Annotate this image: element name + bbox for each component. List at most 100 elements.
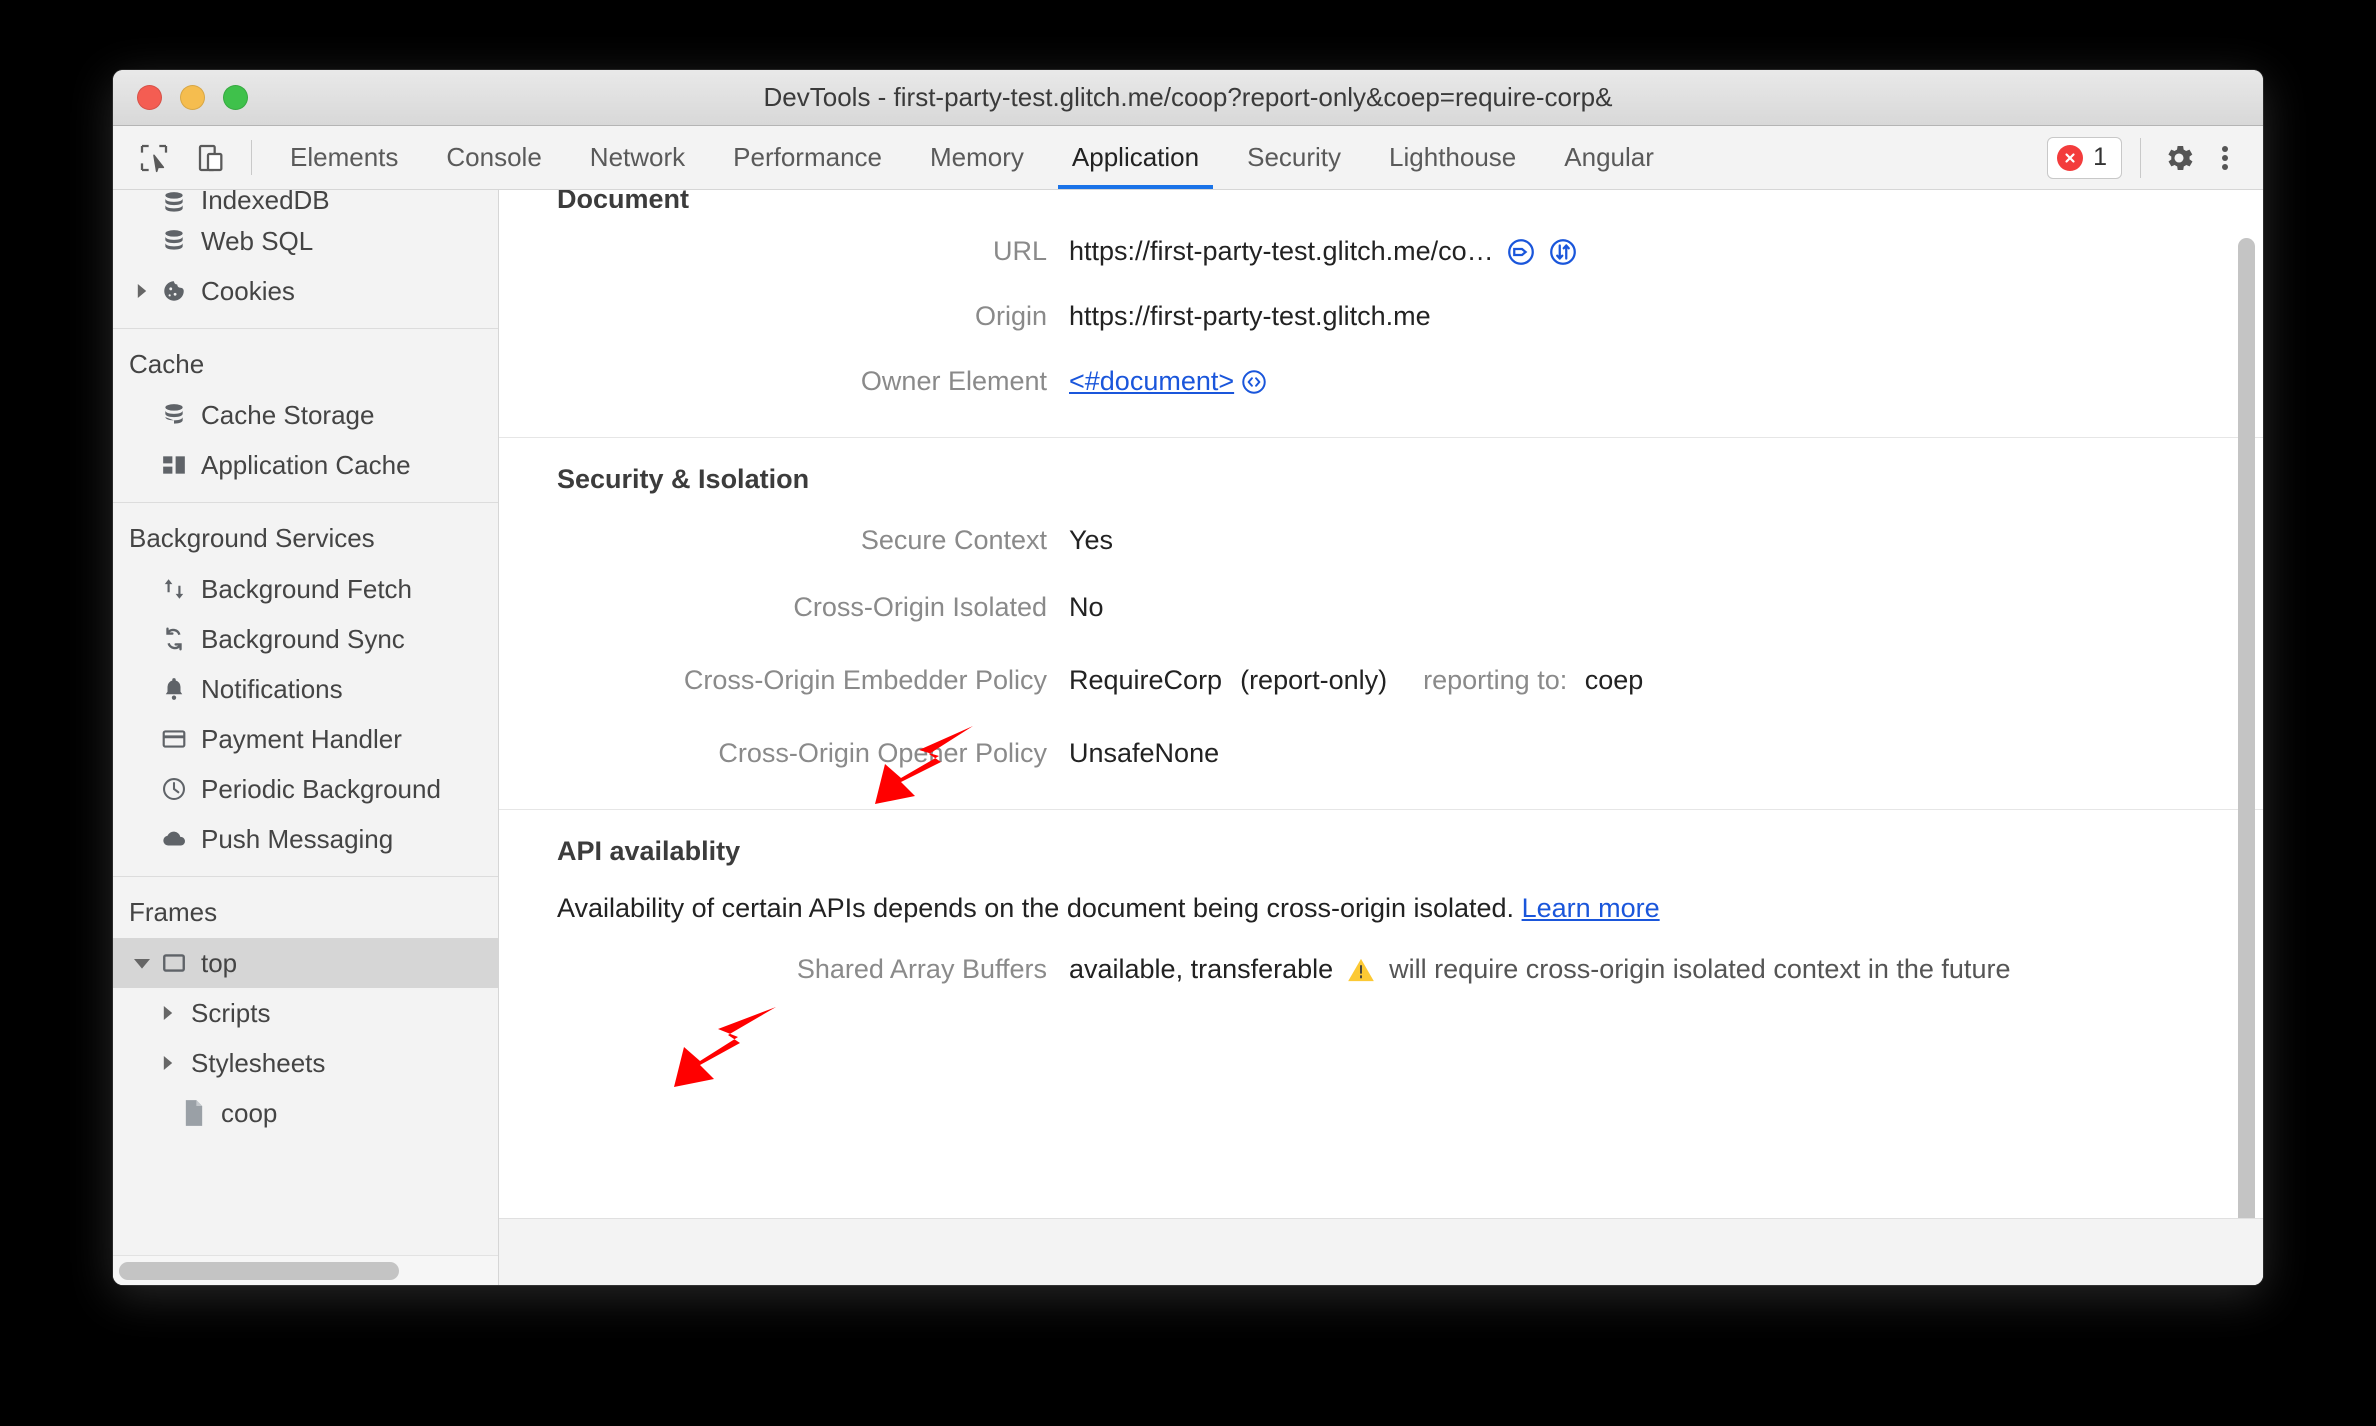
chevron-down-icon[interactable] [129,955,155,971]
sidebar-item-label: Application Cache [201,449,411,480]
error-count-badge[interactable]: 1 [2047,136,2122,179]
section-heading-security-isolation: Security & Isolation [557,464,810,494]
sidebar-item-label: Notifications [201,673,343,704]
frame-details-panel: Document URL https://first-party-test.gl… [499,190,2263,1285]
sidebar-item-label: Web SQL [201,225,314,256]
sidebar-item-cache-storage[interactable]: Cache Storage [113,390,498,440]
sidebar-item-top[interactable]: top [113,938,498,988]
tab-elements[interactable]: Elements [266,126,422,189]
sidebar-item-application-cache[interactable]: Application Cache [113,440,498,490]
open-in-network-icon[interactable] [1548,237,1578,267]
toolbar-divider-2 [2140,137,2141,178]
close-window-button[interactable] [137,85,162,110]
chevron-right-icon[interactable] [129,284,155,298]
sidebar-item-web-sql[interactable]: Web SQL [113,216,498,266]
database-icon [155,190,193,216]
open-in-elements-icon[interactable] [1506,237,1536,267]
main-vertical-scrollbar[interactable] [2233,190,2259,1218]
sidebar-item-background-fetch[interactable]: Background Fetch [113,564,498,614]
cookie-icon [155,278,193,304]
document-icon [175,1099,213,1127]
inspect-element-icon[interactable] [131,135,177,181]
reveal-in-elements-icon[interactable] [1240,368,1268,396]
application-sidebar: IndexedDB Web SQL Cookies Cache Cache St… [113,190,499,1285]
tab-lighthouse[interactable]: Lighthouse [1365,126,1540,189]
zoom-window-button[interactable] [223,85,248,110]
detail-value-group: UnsafeNone [1069,738,1219,769]
sidebar-horizontal-scrollbar[interactable] [113,1255,498,1285]
detail-key: Owner Element [860,366,1047,396]
chevron-right-icon[interactable] [155,1056,181,1070]
sidebar-item-label: coop [221,1097,278,1128]
sidebar-item-label: Background Fetch [201,573,413,604]
tab-console[interactable]: Console [422,126,565,189]
owner-element-link[interactable]: <#document> [1069,366,1234,397]
reporting-to-value: coep [1584,665,1644,695]
frame-details-scroll-area[interactable]: Document URL https://first-party-test.gl… [499,190,2263,1219]
tab-label: Lighthouse [1389,142,1517,172]
panel-footer [499,1219,2263,1285]
tab-network[interactable]: Network [566,126,709,189]
tab-application[interactable]: Application [1048,126,1223,189]
sidebar-item-payment-handler[interactable]: Payment Handler [113,714,498,764]
devtools-toolbar: Elements Console Network Performance Mem… [113,126,2263,190]
tab-label: Console [446,142,542,172]
sidebar-item-coop[interactable]: coop [113,1088,498,1138]
detail-value: https://first-party-test.glitch.me/co… [1069,236,1494,266]
detail-key: Cross-Origin Opener Policy [718,738,1047,768]
sidebar-item-label: Cache Storage [201,399,375,430]
main-scrollbar-thumb[interactable] [2238,238,2255,1218]
sidebar-item-scripts[interactable]: Scripts [113,988,498,1038]
api-availability-description: Availability of certain APIs depends on … [499,883,2263,946]
sidebar-item-push-messaging[interactable]: Push Messaging [113,814,498,864]
sidebar-item-cookies[interactable]: Cookies [113,266,498,316]
detail-row-coop: Cross-Origin Opener Policy UnsafeNone [499,710,2263,783]
detail-key: Origin [974,301,1047,331]
sidebar-item-label: Payment Handler [201,723,402,754]
sidebar-item-label: Background Sync [201,623,405,654]
sidebar-item-label: IndexedDB [201,190,330,215]
clock-icon [155,776,193,802]
chevron-right-icon[interactable] [155,1006,181,1020]
sidebar-group-title: Cache [129,349,205,379]
error-circle-icon [2057,144,2084,171]
settings-gear-icon[interactable] [2159,141,2199,175]
minimize-window-button[interactable] [180,85,205,110]
sidebar-item-stylesheets[interactable]: Stylesheets [113,1038,498,1088]
toolbar-icon-group [131,126,249,189]
tab-security[interactable]: Security [1223,126,1365,189]
sidebar-group-frames: Frames top Scripts Stylesheets coop [113,876,498,1150]
cloud-icon [155,826,193,852]
section-security-isolation: Security & Isolation Secure Context Yes … [499,438,2263,810]
tab-angular[interactable]: Angular [1540,126,1678,189]
sidebar-item-indexeddb[interactable]: IndexedDB [113,190,498,216]
section-heading-document: Document [557,190,690,208]
detail-value-suffix: (report-only) [1240,665,1388,695]
sidebar-scroll-area[interactable]: IndexedDB Web SQL Cookies Cache Cache St… [113,190,498,1255]
detail-value-group: <#document> [1069,366,1268,397]
devtools-body: IndexedDB Web SQL Cookies Cache Cache St… [113,190,2263,1285]
tab-performance[interactable]: Performance [709,126,906,189]
detail-value: available, transferable [1069,954,1334,984]
sidebar-item-notifications[interactable]: Notifications [113,664,498,714]
tab-memory[interactable]: Memory [906,126,1048,189]
sidebar-item-label: Periodic Background [201,773,441,804]
detail-key: Cross-Origin Embedder Policy [683,665,1047,695]
sidebar-item-label: Scripts [191,997,271,1028]
sidebar-item-periodic-background[interactable]: Periodic Background [113,764,498,814]
detail-key: Cross-Origin Isolated [793,592,1047,622]
sidebar-scrollbar-thumb[interactable] [119,1262,399,1280]
more-options-icon[interactable] [2205,143,2245,173]
detail-value-group: https://first-party-test.glitch.me [1069,301,1431,332]
toolbar-right-group: 1 [2047,126,2263,189]
sidebar-group-title: Frames [129,897,218,927]
device-toolbar-icon[interactable] [189,135,235,181]
sidebar-item-label: Stylesheets [191,1047,326,1078]
sidebar-item-background-sync[interactable]: Background Sync [113,614,498,664]
learn-more-link[interactable]: Learn more [1522,893,1660,923]
sidebar-group-storage: IndexedDB Web SQL Cookies [113,190,498,328]
tab-label: Angular [1564,142,1654,172]
grid-icon [155,452,193,478]
detail-row-url: URL https://first-party-test.glitch.me/c… [499,208,2263,281]
detail-value-group: Yes [1069,525,1113,556]
